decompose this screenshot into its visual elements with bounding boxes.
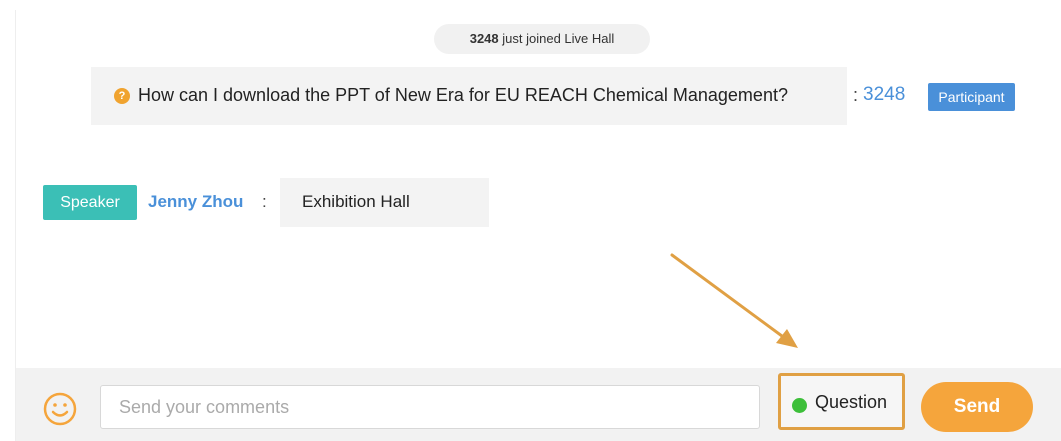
smiley-face-icon[interactable]: [43, 392, 77, 426]
question-toggle-label: Question: [815, 392, 888, 412]
comment-composer: Question Send: [16, 368, 1061, 441]
speaker-badge: Speaker: [43, 185, 137, 220]
join-notice-text: just joined Live Hall: [502, 31, 615, 46]
question-toggle[interactable]: Question: [778, 373, 905, 430]
speaker-message-text: Exhibition Hall: [302, 192, 410, 211]
question-user-separator: :: [853, 85, 859, 105]
live-hall-chat-panel: 3248 just joined Live Hall ? How can I d…: [15, 10, 1061, 441]
send-button[interactable]: Send: [921, 382, 1033, 432]
question-circle-icon: ?: [114, 88, 130, 104]
join-notice-user: 3248: [469, 31, 499, 46]
speaker-separator: :: [262, 192, 267, 211]
join-notice: 3248 just joined Live Hall: [434, 24, 650, 54]
speaker-name[interactable]: Jenny Zhou: [148, 192, 243, 212]
participant-badge: Participant: [928, 83, 1015, 111]
question-message-text: How can I download the PPT of New Era fo…: [138, 85, 788, 105]
question-message-bubble: ? How can I download the PPT of New Era …: [91, 67, 847, 125]
comment-input[interactable]: [100, 385, 760, 429]
speaker-message-bubble: Exhibition Hall: [280, 178, 489, 227]
question-active-dot-icon: [792, 398, 807, 413]
question-user-name[interactable]: 3248: [863, 84, 905, 106]
